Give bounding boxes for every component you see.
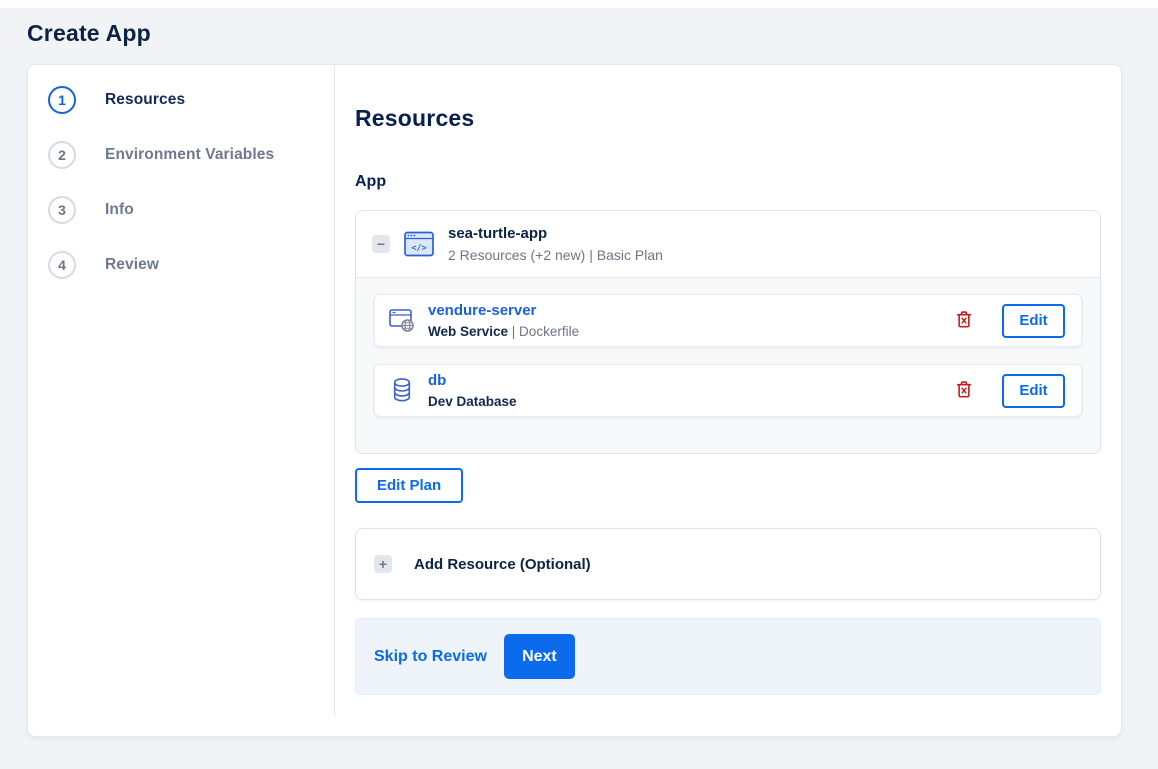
create-app-wizard-card: 1 Resources 2 Environment Variables 3 In…	[27, 64, 1122, 737]
step-resources[interactable]: 1 Resources	[48, 86, 334, 114]
delete-resource-button[interactable]	[955, 379, 973, 403]
app-group-card: − </> sea-turtle-app 2 Resources (+2 new…	[355, 210, 1101, 454]
step-label: Info	[105, 201, 134, 218]
sidebar-divider	[334, 65, 335, 716]
svg-text:</>: </>	[411, 244, 426, 254]
resource-row: vendure-server Web Service | Dockerfile	[374, 294, 1082, 347]
step-review[interactable]: 4 Review	[48, 251, 334, 279]
wizard-stepper: 1 Resources 2 Environment Variables 3 In…	[28, 65, 334, 736]
resource-row: db Dev Database Edit	[374, 364, 1082, 417]
top-bar	[0, 0, 1158, 8]
app-group-resources: vendure-server Web Service | Dockerfile	[356, 278, 1100, 453]
next-button[interactable]: Next	[503, 634, 575, 679]
edit-plan-button[interactable]: Edit Plan	[355, 468, 464, 503]
step-label: Resources	[105, 91, 186, 108]
database-icon	[388, 377, 416, 404]
app-summary: 2 Resources (+2 new) | Basic Plan	[448, 247, 663, 263]
app-window-code-icon: </>	[404, 231, 434, 257]
collapse-group-button[interactable]: −	[372, 235, 390, 253]
edit-resource-button[interactable]: Edit	[1002, 373, 1065, 408]
app-group-header: − </> sea-turtle-app 2 Resources (+2 new…	[356, 211, 1100, 278]
resource-subtitle: Dev Database	[428, 393, 517, 410]
resource-link[interactable]: db	[428, 372, 446, 390]
minus-icon: −	[376, 236, 386, 252]
page-title: Create App	[27, 20, 151, 46]
resource-texts: vendure-server Web Service | Dockerfile	[428, 302, 579, 340]
resource-subtitle: Web Service | Dockerfile	[428, 323, 579, 340]
app-section-label: App	[355, 173, 387, 190]
app-group-titles: sea-turtle-app 2 Resources (+2 new) | Ba…	[448, 224, 663, 264]
resource-type: Dev Database	[428, 393, 517, 409]
add-resource-section[interactable]: + Add Resource (Optional)	[355, 528, 1101, 600]
resource-link[interactable]: vendure-server	[428, 302, 536, 320]
step-number-badge: 3	[48, 196, 76, 224]
step-label: Review	[105, 256, 160, 273]
trash-icon	[955, 309, 973, 333]
step-label: Environment Variables	[105, 146, 275, 163]
skip-to-review-link[interactable]: Skip to Review	[374, 648, 487, 666]
step-number-badge: 1	[48, 86, 76, 114]
edit-resource-button[interactable]: Edit	[1002, 303, 1065, 338]
resource-type: Web Service	[428, 323, 509, 339]
step-number-badge: 4	[48, 251, 76, 279]
step-environment-variables[interactable]: 2 Environment Variables	[48, 141, 334, 169]
add-resource-label: Add Resource (Optional)	[414, 555, 591, 573]
resources-step-content: Resources App − </> sea-turtle-app 2 Res…	[334, 65, 1121, 736]
add-resource-expand-button[interactable]: +	[374, 555, 392, 573]
resource-source: | Dockerfile	[508, 323, 580, 339]
step-number-badge: 2	[48, 141, 76, 169]
trash-icon	[955, 379, 973, 403]
step-info[interactable]: 3 Info	[48, 196, 334, 224]
resources-heading: Resources	[355, 105, 475, 131]
plus-icon: +	[378, 556, 388, 572]
wizard-footer: Skip to Review Next	[355, 618, 1101, 695]
web-service-icon	[388, 308, 416, 333]
app-name: sea-turtle-app	[448, 225, 548, 242]
resource-texts: db Dev Database	[428, 372, 517, 410]
delete-resource-button[interactable]	[955, 309, 973, 333]
